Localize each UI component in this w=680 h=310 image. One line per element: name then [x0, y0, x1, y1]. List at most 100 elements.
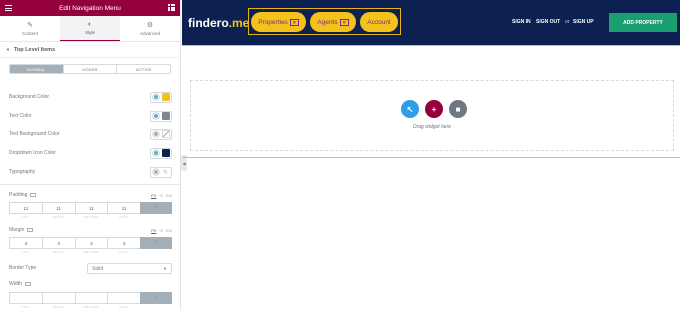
half-circle-icon: ◐ [87, 21, 93, 28]
width-top-input[interactable] [9, 292, 42, 304]
sublabel: TOP [21, 250, 29, 254]
background-color-picker[interactable] [150, 91, 172, 103]
link-values-icon[interactable]: 🔗 [140, 292, 172, 304]
desktop-icon[interactable] [30, 193, 37, 197]
folder-icon[interactable]: ■ [449, 100, 467, 118]
color-swatch[interactable] [161, 93, 170, 101]
plus-icon[interactable]: + [425, 100, 443, 118]
control-label: Text Background Color [9, 131, 60, 137]
sublabel: BOTTOM [83, 215, 99, 219]
sign-in-link[interactable]: SIGN IN [512, 19, 531, 25]
unit-px[interactable]: PX [151, 228, 156, 233]
globe-icon[interactable] [152, 113, 159, 119]
padding-label-wrap: Padding [9, 192, 37, 198]
text-color-picker[interactable] [150, 110, 172, 122]
menu-item-label: Agents [317, 18, 338, 26]
margin-right-input[interactable]: 3 [41, 237, 75, 249]
drop-area-buttons: ↖ + ■ [401, 100, 467, 118]
tab-advanced-label: Advanced [139, 30, 160, 36]
width-right-input[interactable] [41, 292, 75, 304]
unit-em[interactable]: EM [166, 193, 172, 198]
panel-tabs: ✎ Content ◐ Style ⚙ Advanced [0, 16, 180, 42]
pencil-edit-icon[interactable]: ✎ [162, 168, 170, 176]
section-outline-bottom [182, 157, 680, 158]
globe-icon[interactable] [152, 94, 159, 100]
site-logo[interactable]: findero.me [188, 16, 249, 30]
caret-left-icon: ◀ [182, 160, 186, 166]
arrow-icon[interactable]: ↖ [401, 100, 419, 118]
control-background-color: Background Color [9, 91, 172, 103]
margin-left-input[interactable]: 3 [107, 237, 140, 249]
link-values-icon[interactable]: 🔗 [140, 202, 172, 214]
text-background-color-picker[interactable] [150, 128, 172, 140]
menu-item-properties[interactable]: Properties ▦ [251, 12, 306, 32]
desktop-icon[interactable] [24, 282, 31, 286]
width-inputs: 🔗 [9, 292, 172, 304]
desktop-icon[interactable] [27, 228, 34, 232]
padding-left-input[interactable]: 11 [107, 202, 140, 214]
pencil-icon: ✎ [27, 21, 33, 29]
globe-icon[interactable] [152, 169, 159, 175]
section-toggle-top-level-items[interactable]: ▼ Top Level Items [0, 42, 180, 58]
sublabel: RIGHT [52, 215, 64, 219]
tab-content[interactable]: ✎ Content [0, 16, 60, 41]
color-swatch[interactable] [161, 149, 170, 157]
tab-advanced[interactable]: ⚙ Advanced [120, 16, 180, 41]
empty-color-swatch[interactable] [161, 130, 170, 138]
menu-item-account[interactable]: Account [360, 12, 398, 32]
color-swatch[interactable] [161, 112, 170, 120]
control-label: Text Color [9, 113, 32, 119]
hamburger-icon[interactable] [5, 5, 12, 13]
border-type-select[interactable]: Solid ▼ [87, 263, 172, 274]
padding-right-input[interactable]: 11 [41, 202, 75, 214]
control-label: Typography [9, 169, 36, 175]
sublabel: TOP [21, 215, 29, 219]
sublabel: BOTTOM [83, 305, 99, 309]
width-left-input[interactable] [107, 292, 140, 304]
state-tab-normal[interactable]: NORMAL [10, 65, 64, 73]
agents-menu-icon: ▦ [339, 18, 349, 26]
padding-top-input[interactable]: 11 [9, 202, 42, 214]
border-type-value: Solid [92, 265, 104, 272]
unit-percent[interactable]: % [159, 228, 163, 233]
margin-header: Margin PX % EM [9, 225, 172, 235]
sign-up-link[interactable]: SIGN UP [573, 19, 594, 25]
grid-icon[interactable] [168, 4, 175, 11]
panel-title: Edit Navigation Menu [59, 4, 121, 12]
panel-header: Edit Navigation Menu [0, 0, 180, 16]
border-type-label: Border Type [9, 265, 37, 271]
unit-px[interactable]: PX [151, 193, 156, 198]
sign-out-link[interactable]: SIGN OUT [536, 19, 560, 25]
width-label-wrap: Width [9, 281, 31, 287]
menu-item-agents[interactable]: Agents ▦ [310, 12, 356, 32]
control-label: Background Color [9, 94, 50, 100]
control-text-background-color: Text Background Color [9, 128, 172, 140]
navigation-menu[interactable]: Properties ▦ Agents ▦ Account [248, 8, 401, 35]
padding-label: Padding [9, 192, 28, 198]
margin-label-wrap: Margin [9, 227, 34, 233]
unit-switcher: PX % EM [151, 228, 172, 233]
state-tab-active[interactable]: ACTIVE [117, 65, 170, 73]
padding-sublabels: TOP RIGHT BOTTOM LEFT [9, 215, 140, 219]
margin-top-input[interactable]: 3 [9, 237, 42, 249]
tab-style[interactable]: ◐ Style [60, 16, 120, 41]
globe-icon[interactable] [152, 150, 159, 156]
dropdown-icon-color-picker[interactable] [150, 147, 172, 159]
width-bottom-input[interactable] [74, 292, 108, 304]
typography-picker[interactable]: ✎ [150, 166, 172, 178]
state-tab-hover[interactable]: HOVER [64, 65, 118, 73]
link-values-icon[interactable]: 🔗 [140, 237, 172, 249]
menu-item-label: Account [367, 18, 391, 26]
margin-inputs: 3 3 3 3 🔗 [9, 237, 172, 249]
margin-bottom-input[interactable]: 3 [74, 237, 108, 249]
menu-item-label: Properties [258, 18, 288, 26]
width-sublabels: TOP RIGHT BOTTOM LEFT [9, 305, 140, 309]
widget-drop-area[interactable]: ↖ + ■ Drag widget here [190, 80, 674, 151]
control-label: Dropdown Icon Color [9, 150, 56, 156]
unit-percent[interactable]: % [159, 193, 163, 198]
logo-accent: .me [228, 16, 250, 30]
globe-icon[interactable] [152, 131, 159, 137]
add-property-button[interactable]: ADD PROPERTY [609, 13, 677, 32]
padding-bottom-input[interactable]: 11 [74, 202, 108, 214]
unit-em[interactable]: EM [166, 228, 172, 233]
